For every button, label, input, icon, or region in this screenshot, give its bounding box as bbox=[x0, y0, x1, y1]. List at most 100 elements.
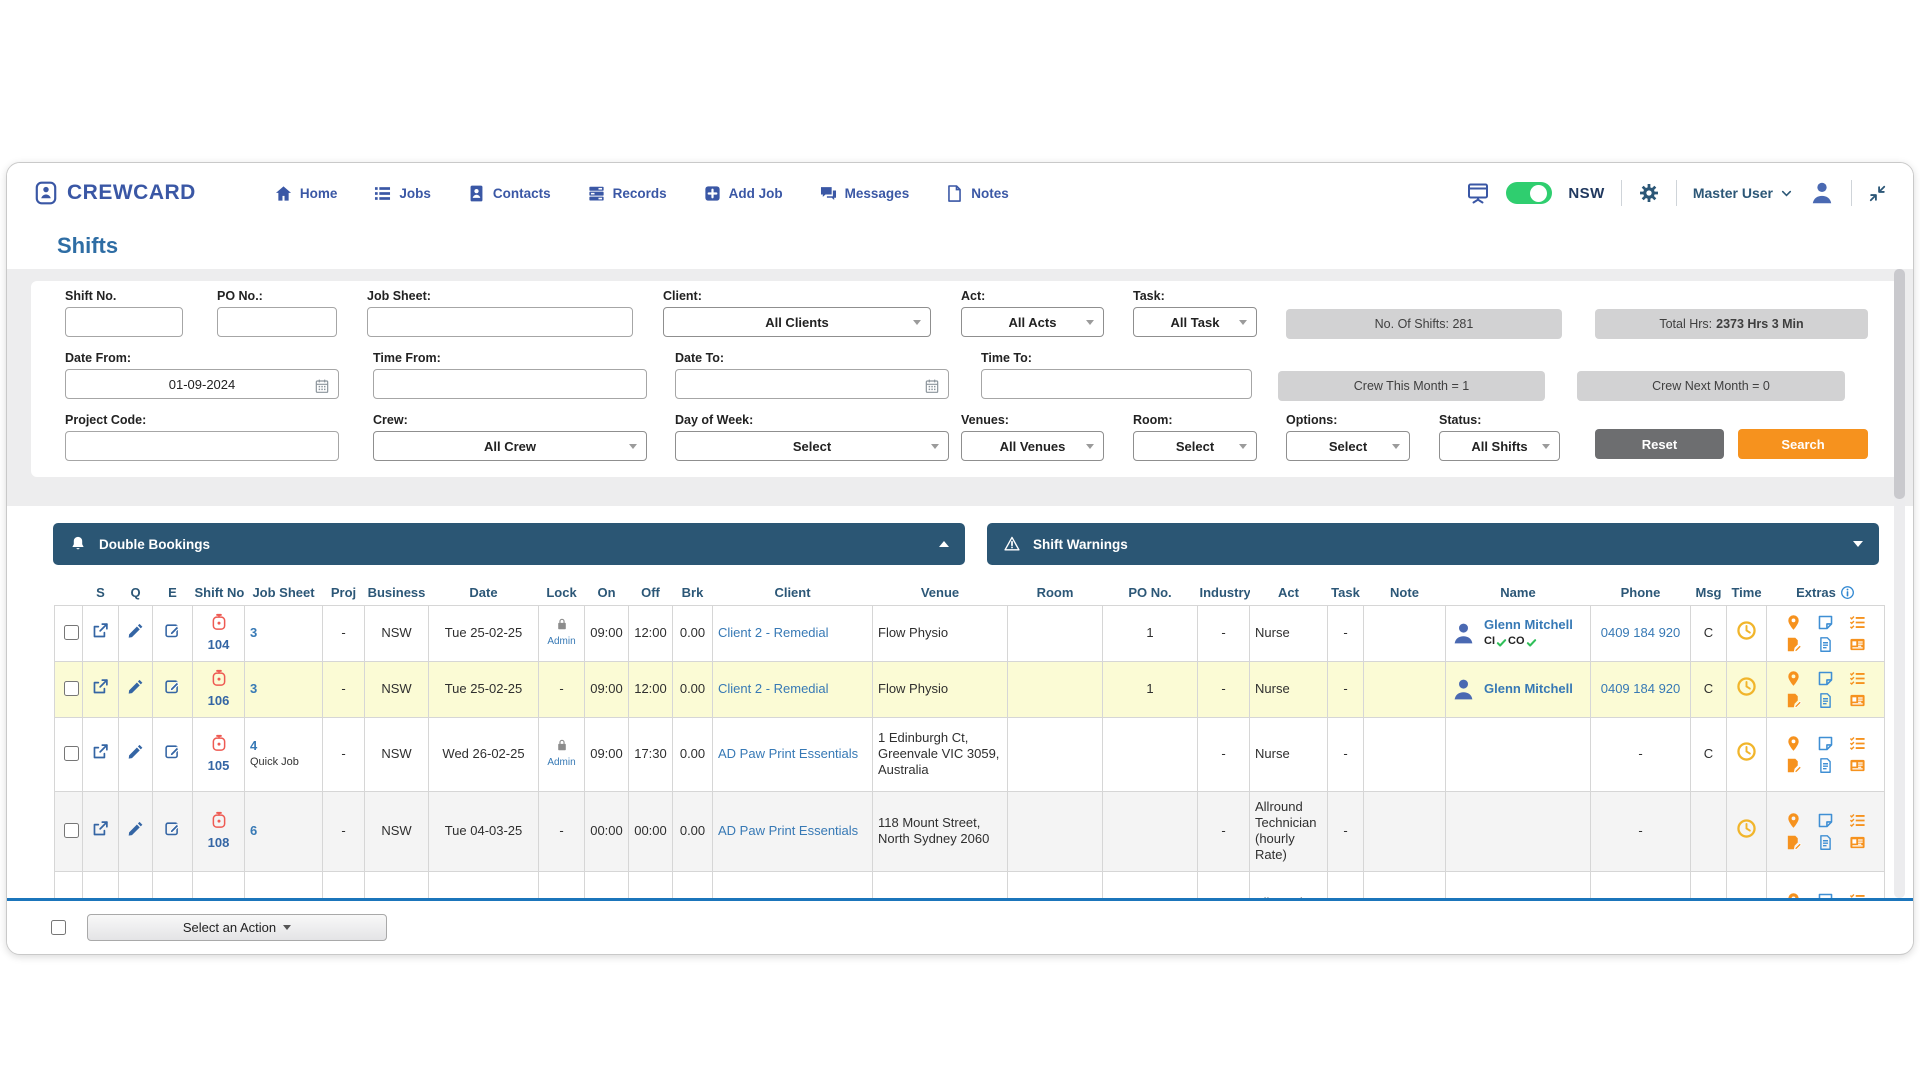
id-card-icon[interactable] bbox=[1849, 692, 1866, 709]
share-icon[interactable] bbox=[92, 678, 109, 695]
phone-link[interactable]: 0409 184 920 bbox=[1601, 681, 1681, 696]
collapse-view-icon[interactable] bbox=[1868, 184, 1887, 203]
select-action-dropdown[interactable]: Select an Action bbox=[87, 914, 387, 941]
pencil-icon[interactable] bbox=[127, 743, 144, 760]
nav-item-records[interactable]: Records bbox=[587, 184, 667, 203]
checklist-icon[interactable] bbox=[1849, 812, 1866, 829]
clock-icon[interactable] bbox=[1736, 741, 1757, 762]
edit-icon[interactable] bbox=[164, 622, 181, 639]
date-from-input[interactable] bbox=[65, 369, 339, 399]
crew-name-link[interactable]: Glenn Mitchell bbox=[1484, 681, 1573, 696]
pencil-icon[interactable] bbox=[127, 820, 144, 837]
status-select[interactable]: All Shifts bbox=[1439, 431, 1560, 461]
share-icon[interactable] bbox=[92, 820, 109, 837]
clock-icon[interactable] bbox=[1736, 818, 1757, 839]
signature-icon[interactable] bbox=[1785, 692, 1802, 709]
room-select[interactable]: Select bbox=[1133, 431, 1257, 461]
project-code-input[interactable] bbox=[65, 431, 339, 461]
search-button[interactable]: Search bbox=[1738, 429, 1868, 459]
nav-item-notes[interactable]: Notes bbox=[945, 184, 1009, 203]
nav-item-home[interactable]: Home bbox=[274, 184, 338, 203]
clock-icon[interactable] bbox=[1736, 676, 1757, 697]
task-select[interactable]: All Task bbox=[1133, 307, 1257, 337]
document-icon[interactable] bbox=[1817, 757, 1834, 774]
checklist-icon[interactable] bbox=[1849, 735, 1866, 752]
nav-item-jobs[interactable]: Jobs bbox=[373, 184, 431, 203]
nav-item-messages[interactable]: Messages bbox=[819, 184, 910, 203]
location-pin-icon[interactable] bbox=[1785, 614, 1802, 631]
time-from-input[interactable] bbox=[373, 369, 647, 399]
signature-icon[interactable] bbox=[1785, 757, 1802, 774]
document-icon[interactable] bbox=[1817, 834, 1834, 851]
sticky-note-icon[interactable] bbox=[1817, 812, 1834, 829]
client-link[interactable]: AD Paw Print Essentials bbox=[718, 746, 858, 761]
row-checkbox[interactable] bbox=[64, 823, 79, 838]
venues-select[interactable]: All Venues bbox=[961, 431, 1104, 461]
shift-no-input[interactable] bbox=[65, 307, 183, 337]
options-select[interactable]: Select bbox=[1286, 431, 1410, 461]
double-bookings-panel-header[interactable]: Double Bookings bbox=[53, 523, 965, 565]
pencil-icon[interactable] bbox=[127, 622, 144, 639]
select-all-checkbox[interactable] bbox=[51, 920, 66, 935]
act-select[interactable]: All Acts bbox=[961, 307, 1104, 337]
user-menu[interactable]: Master User bbox=[1693, 185, 1793, 201]
id-card-icon[interactable] bbox=[1849, 636, 1866, 653]
share-icon[interactable] bbox=[92, 622, 109, 639]
sticky-note-icon[interactable] bbox=[1817, 670, 1834, 687]
pencil-icon[interactable] bbox=[127, 678, 144, 695]
scrollbar-thumb[interactable] bbox=[1894, 269, 1905, 499]
clock-icon[interactable] bbox=[1736, 620, 1757, 641]
date-to-input[interactable] bbox=[675, 369, 949, 399]
crew-select[interactable]: All Crew bbox=[373, 431, 647, 461]
time-to-input[interactable] bbox=[981, 369, 1252, 399]
location-pin-icon[interactable] bbox=[1785, 892, 1802, 899]
reset-button[interactable]: Reset bbox=[1595, 429, 1724, 459]
share-icon[interactable] bbox=[92, 743, 109, 760]
sticky-note-icon[interactable] bbox=[1817, 892, 1834, 899]
client-link[interactable]: AD Paw Print Essentials bbox=[718, 823, 858, 838]
brand-logo[interactable]: CREWCARD bbox=[33, 180, 196, 206]
checklist-icon[interactable] bbox=[1849, 892, 1866, 899]
edit-icon[interactable] bbox=[164, 743, 181, 760]
location-pin-icon[interactable] bbox=[1785, 812, 1802, 829]
document-icon[interactable] bbox=[1817, 636, 1834, 653]
signature-icon[interactable] bbox=[1785, 636, 1802, 653]
client-link[interactable]: Client 2 - Remedial bbox=[718, 681, 829, 696]
po-no-input[interactable] bbox=[217, 307, 337, 337]
job-sheet-link[interactable]: 4 bbox=[250, 738, 257, 753]
settings-gear-icon[interactable] bbox=[1638, 182, 1660, 204]
day-of-week-select[interactable]: Select bbox=[675, 431, 949, 461]
shift-warnings-panel-header[interactable]: Shift Warnings bbox=[987, 523, 1879, 565]
sticky-note-icon[interactable] bbox=[1817, 735, 1834, 752]
chevron-down-icon[interactable] bbox=[1853, 541, 1863, 547]
id-card-icon[interactable] bbox=[1849, 834, 1866, 851]
row-checkbox[interactable] bbox=[64, 625, 79, 640]
phone-link[interactable]: 0409 184 920 bbox=[1601, 625, 1681, 640]
row-checkbox[interactable] bbox=[64, 681, 79, 696]
edit-icon[interactable] bbox=[164, 678, 181, 695]
client-select[interactable]: All Clients bbox=[663, 307, 931, 337]
checklist-icon[interactable] bbox=[1849, 614, 1866, 631]
checklist-icon[interactable] bbox=[1849, 670, 1866, 687]
profile-icon[interactable] bbox=[1809, 180, 1835, 206]
job-sheet-link[interactable]: 3 bbox=[250, 625, 257, 640]
nav-item-contacts[interactable]: Contacts bbox=[467, 184, 551, 203]
scrollbar-track[interactable] bbox=[1894, 269, 1905, 898]
region-toggle[interactable] bbox=[1506, 182, 1552, 204]
signature-icon[interactable] bbox=[1785, 834, 1802, 851]
location-pin-icon[interactable] bbox=[1785, 670, 1802, 687]
id-card-icon[interactable] bbox=[1849, 757, 1866, 774]
location-pin-icon[interactable] bbox=[1785, 735, 1802, 752]
client-link[interactable]: Client 2 - Remedial bbox=[718, 625, 829, 640]
document-icon[interactable] bbox=[1817, 692, 1834, 709]
screen-mode-icon[interactable] bbox=[1466, 181, 1490, 205]
crew-name-link[interactable]: Glenn Mitchell bbox=[1484, 617, 1573, 632]
job-sheet-link[interactable]: 3 bbox=[250, 681, 257, 696]
job-sheet-link[interactable]: 6 bbox=[250, 823, 257, 838]
nav-item-add-job[interactable]: Add Job bbox=[703, 184, 783, 203]
edit-icon[interactable] bbox=[164, 820, 181, 837]
chevron-up-icon[interactable] bbox=[939, 541, 949, 547]
row-checkbox[interactable] bbox=[64, 746, 79, 761]
sticky-note-icon[interactable] bbox=[1817, 614, 1834, 631]
job-sheet-input[interactable] bbox=[367, 307, 633, 337]
